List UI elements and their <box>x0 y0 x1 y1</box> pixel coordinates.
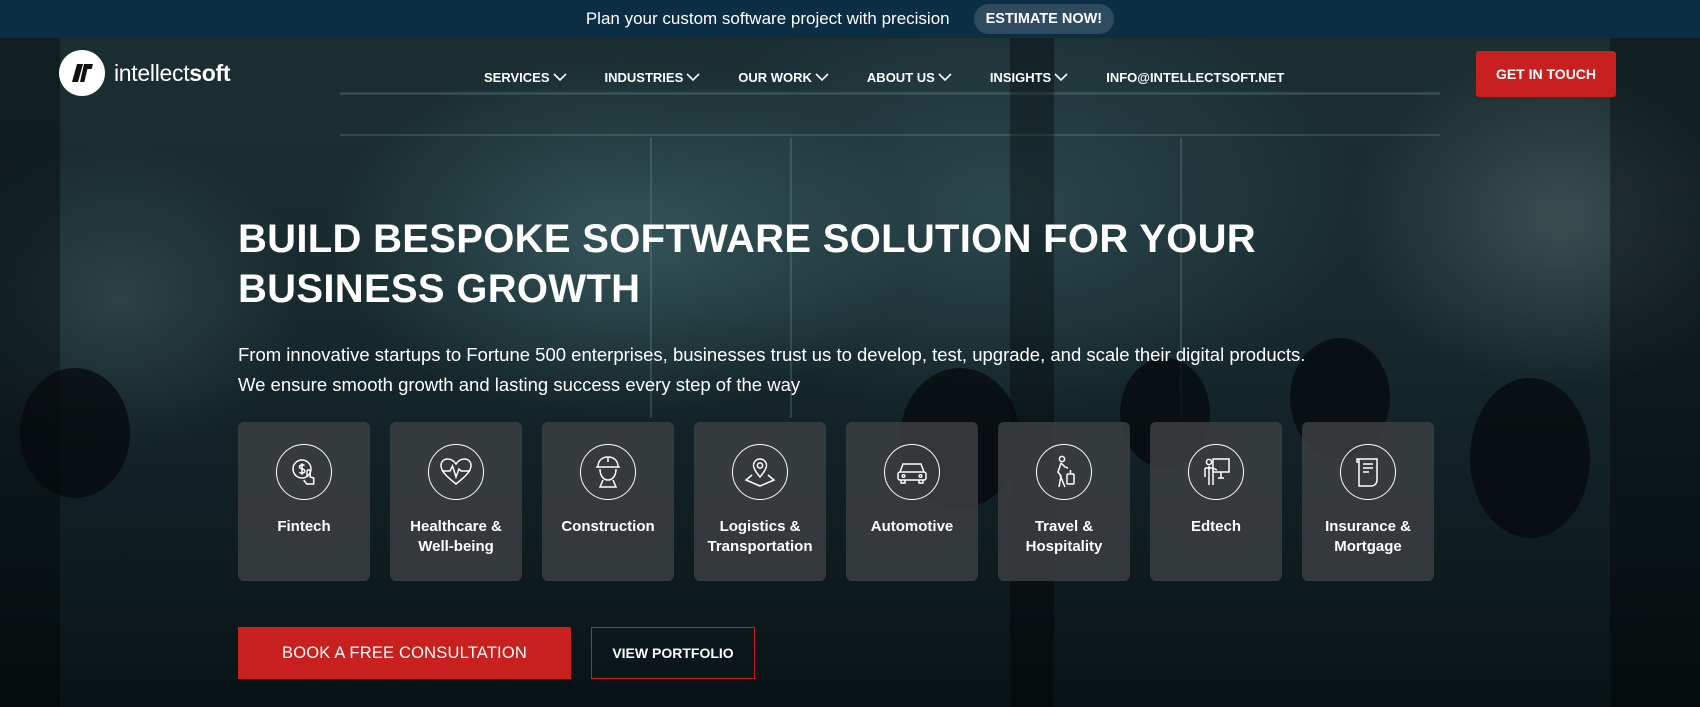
logo[interactable]: intellectsoft <box>59 50 231 96</box>
industry-card-logistics[interactable]: Logistics & Transportation <box>694 422 826 581</box>
nav-our-work-label: OUR WORK <box>738 70 812 85</box>
get-in-touch-button[interactable]: GET IN TOUCH <box>1476 51 1616 97</box>
industry-cards: Fintech Healthcare & Well-being Construc… <box>238 422 1434 581</box>
nav-our-work[interactable]: OUR WORK <box>738 70 829 85</box>
industry-card-travel[interactable]: Travel & Hospitality <box>998 422 1130 581</box>
industry-card-fintech[interactable]: Fintech <box>238 422 370 581</box>
chevron-down-icon <box>1054 73 1068 82</box>
document-icon <box>1340 444 1396 500</box>
industry-label: Logistics & Transportation <box>707 518 813 555</box>
industry-card-automotive[interactable]: Automotive <box>846 422 978 581</box>
estimate-now-button[interactable]: ESTIMATE NOW! <box>973 4 1115 34</box>
heart-pulse-icon <box>428 444 484 500</box>
nav-insights[interactable]: INSIGHTS <box>990 70 1068 85</box>
teacher-board-icon <box>1188 444 1244 500</box>
industry-label: Travel & Hospitality <box>1025 518 1103 555</box>
subtext-line-1: From innovative startups to Fortune 500 … <box>238 344 1306 365</box>
industry-label: Edtech <box>1190 518 1241 535</box>
car-icon <box>884 444 940 500</box>
industry-card-insurance[interactable]: Insurance & Mortgage <box>1302 422 1434 581</box>
chevron-down-icon <box>686 73 700 82</box>
industry-label: Automotive <box>870 518 954 535</box>
industry-card-edtech[interactable]: Edtech <box>1150 422 1282 581</box>
industry-card-healthcare[interactable]: Healthcare & Well-being <box>390 422 522 581</box>
promo-text: Plan your custom software project with p… <box>585 9 950 28</box>
logo-mark-icon <box>59 50 105 96</box>
traveler-luggage-icon <box>1036 444 1092 500</box>
view-portfolio-button[interactable]: VIEW PORTFOLIO <box>591 627 755 679</box>
promo-banner: Plan your custom software project with p… <box>0 0 1700 38</box>
industry-label: Fintech <box>277 518 331 535</box>
nav-industries[interactable]: INDUSTRIES <box>605 70 701 85</box>
hero-subtext: From innovative startups to Fortune 500 … <box>238 340 1498 400</box>
nav-industries-label: INDUSTRIES <box>604 70 684 85</box>
headline-line-2: BUSINESS GROWTH <box>238 267 641 311</box>
page-title: BUILD BESPOKE SOFTWARE SOLUTION FOR YOUR… <box>238 214 1438 314</box>
main-nav: SERVICES INDUSTRIES OUR WORK ABOUT US IN… <box>484 70 1284 85</box>
industry-label: Healthcare & Well-being <box>410 518 502 555</box>
nav-services[interactable]: SERVICES <box>484 70 567 85</box>
subtext-line-2: We ensure smooth growth and lasting succ… <box>238 374 801 395</box>
nav-email-label: INFO@INTELLECTSOFT.NET <box>1106 70 1285 85</box>
industry-card-construction[interactable]: Construction <box>542 422 674 581</box>
nav-about-us[interactable]: ABOUT US <box>867 70 952 85</box>
chevron-down-icon <box>938 73 952 82</box>
industry-label: Construction <box>561 518 655 535</box>
fintech-icon <box>276 444 332 500</box>
nav-insights-label: INSIGHTS <box>989 70 1052 85</box>
nav-email-link[interactable]: INFO@INTELLECTSOFT.NET <box>1106 70 1284 85</box>
industry-label: Insurance & Mortgage <box>1325 518 1411 555</box>
headline-line-1: BUILD BESPOKE SOFTWARE SOLUTION FOR YOUR <box>238 217 1256 261</box>
nav-about-us-label: ABOUT US <box>866 70 935 85</box>
chevron-down-icon <box>552 73 567 82</box>
hard-hat-worker-icon <box>580 444 636 500</box>
logo-wordmark: intellectsoft <box>114 59 231 86</box>
location-pin-icon <box>732 444 788 500</box>
chevron-down-icon <box>815 73 829 82</box>
book-consultation-button[interactable]: BOOK A FREE CONSULTATION <box>238 627 571 679</box>
nav-services-label: SERVICES <box>484 70 550 85</box>
